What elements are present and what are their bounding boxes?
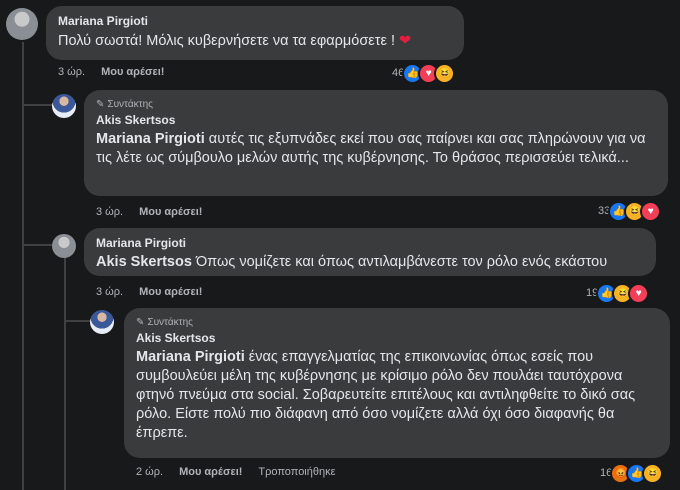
comment-bubble: ✎ Συντάκτης Akis Skertsos Mariana Pirgiot… [124,308,670,458]
comment-actions: 3 ώρ. Μου αρέσει! [96,284,202,300]
pencil-icon: ✎ [96,99,105,110]
haha-icon: 😆 [642,462,664,484]
comment-bubble: Mariana Pirgioti Akis Skertsos Όπως νομί… [84,228,656,276]
comment-bubble: Mariana Pirgioti Πολύ σωστά! Μόλις κυβερ… [46,6,464,60]
author-badge-label: Συντάκτης [147,317,193,328]
comment-text-body: Όπως νομίζετε και όπως αντιλαμβάνεστε το… [191,254,608,270]
thread-line [64,256,66,490]
comment-time[interactable]: 2 ώρ. [136,466,163,478]
avatar[interactable] [52,234,76,258]
like-button[interactable]: Μου αρέσει! [101,66,164,78]
thread-line [64,320,90,322]
love-icon: ♥ [628,282,650,304]
mention-link[interactable]: Akis Skertsos [96,254,192,270]
mention-link[interactable]: Mariana Pirgioti [136,349,245,365]
comment-text: Akis Skertsos Όπως νομίζετε και όπως αντ… [96,253,644,272]
author-badge: ✎ Συντάκτης [136,316,658,329]
like-button[interactable]: Μου αρέσει! [179,466,242,478]
comment-text: Mariana Pirgioti ένας επαγγελματίας της … [136,348,658,443]
haha-icon: 😆 [434,62,456,84]
comment-author[interactable]: Akis Skertsos [96,113,656,128]
love-icon: ♥ [640,200,662,222]
heart-emoji: ❤ [399,33,412,49]
edited-label[interactable]: Τροποποιήθηκε [258,466,335,478]
comment-text: Πολύ σωστά! Μόλις κυβερνήσετε να τα εφαρ… [58,32,452,51]
comment-author[interactable]: Mariana Pirgioti [58,14,452,29]
reaction-summary[interactable]: 16 😡 👍 😆 [600,462,664,484]
comment-author[interactable]: Mariana Pirgioti [96,236,644,251]
like-button[interactable]: Μου αρέσει! [139,286,202,298]
reaction-summary[interactable]: 33 👍 😆 ♥ [598,200,662,222]
thread-line [22,244,52,246]
thread-line [22,104,52,106]
avatar[interactable] [6,8,38,40]
avatar[interactable] [52,94,76,118]
author-badge: ✎ Συντάκτης [96,98,656,111]
comment-text: Mariana Pirgioti αυτές τις εξυπνάδες εκε… [96,130,656,168]
comment-text-body: Πολύ σωστά! Μόλις κυβερνήσετε να τα εφαρ… [58,33,400,49]
mention-link[interactable]: Mariana Pirgioti [96,131,205,147]
like-button[interactable]: Μου αρέσει! [139,206,202,218]
comment-actions: 2 ώρ. Μου αρέσει! Τροποποιήθηκε [136,464,336,480]
reaction-summary[interactable]: 19 👍 😆 ♥ [586,282,650,304]
reaction-summary[interactable]: 46 👍 ♥ 😆 [392,62,456,84]
comment-time[interactable]: 3 ώρ. [96,286,123,298]
thread-line [22,42,24,490]
comment-bubble: ✎ Συντάκτης Akis Skertsos Mariana Pirgiot… [84,90,668,196]
pencil-icon: ✎ [136,317,145,328]
author-badge-label: Συντάκτης [107,99,153,110]
comment-author[interactable]: Akis Skertsos [136,331,658,346]
comment-time[interactable]: 3 ώρ. [58,66,85,78]
comment-time[interactable]: 3 ώρ. [96,206,123,218]
avatar[interactable] [90,310,114,334]
comment-actions: 3 ώρ. Μου αρέσει! [96,204,202,220]
comment-actions: 3 ώρ. Μου αρέσει! [58,64,164,80]
